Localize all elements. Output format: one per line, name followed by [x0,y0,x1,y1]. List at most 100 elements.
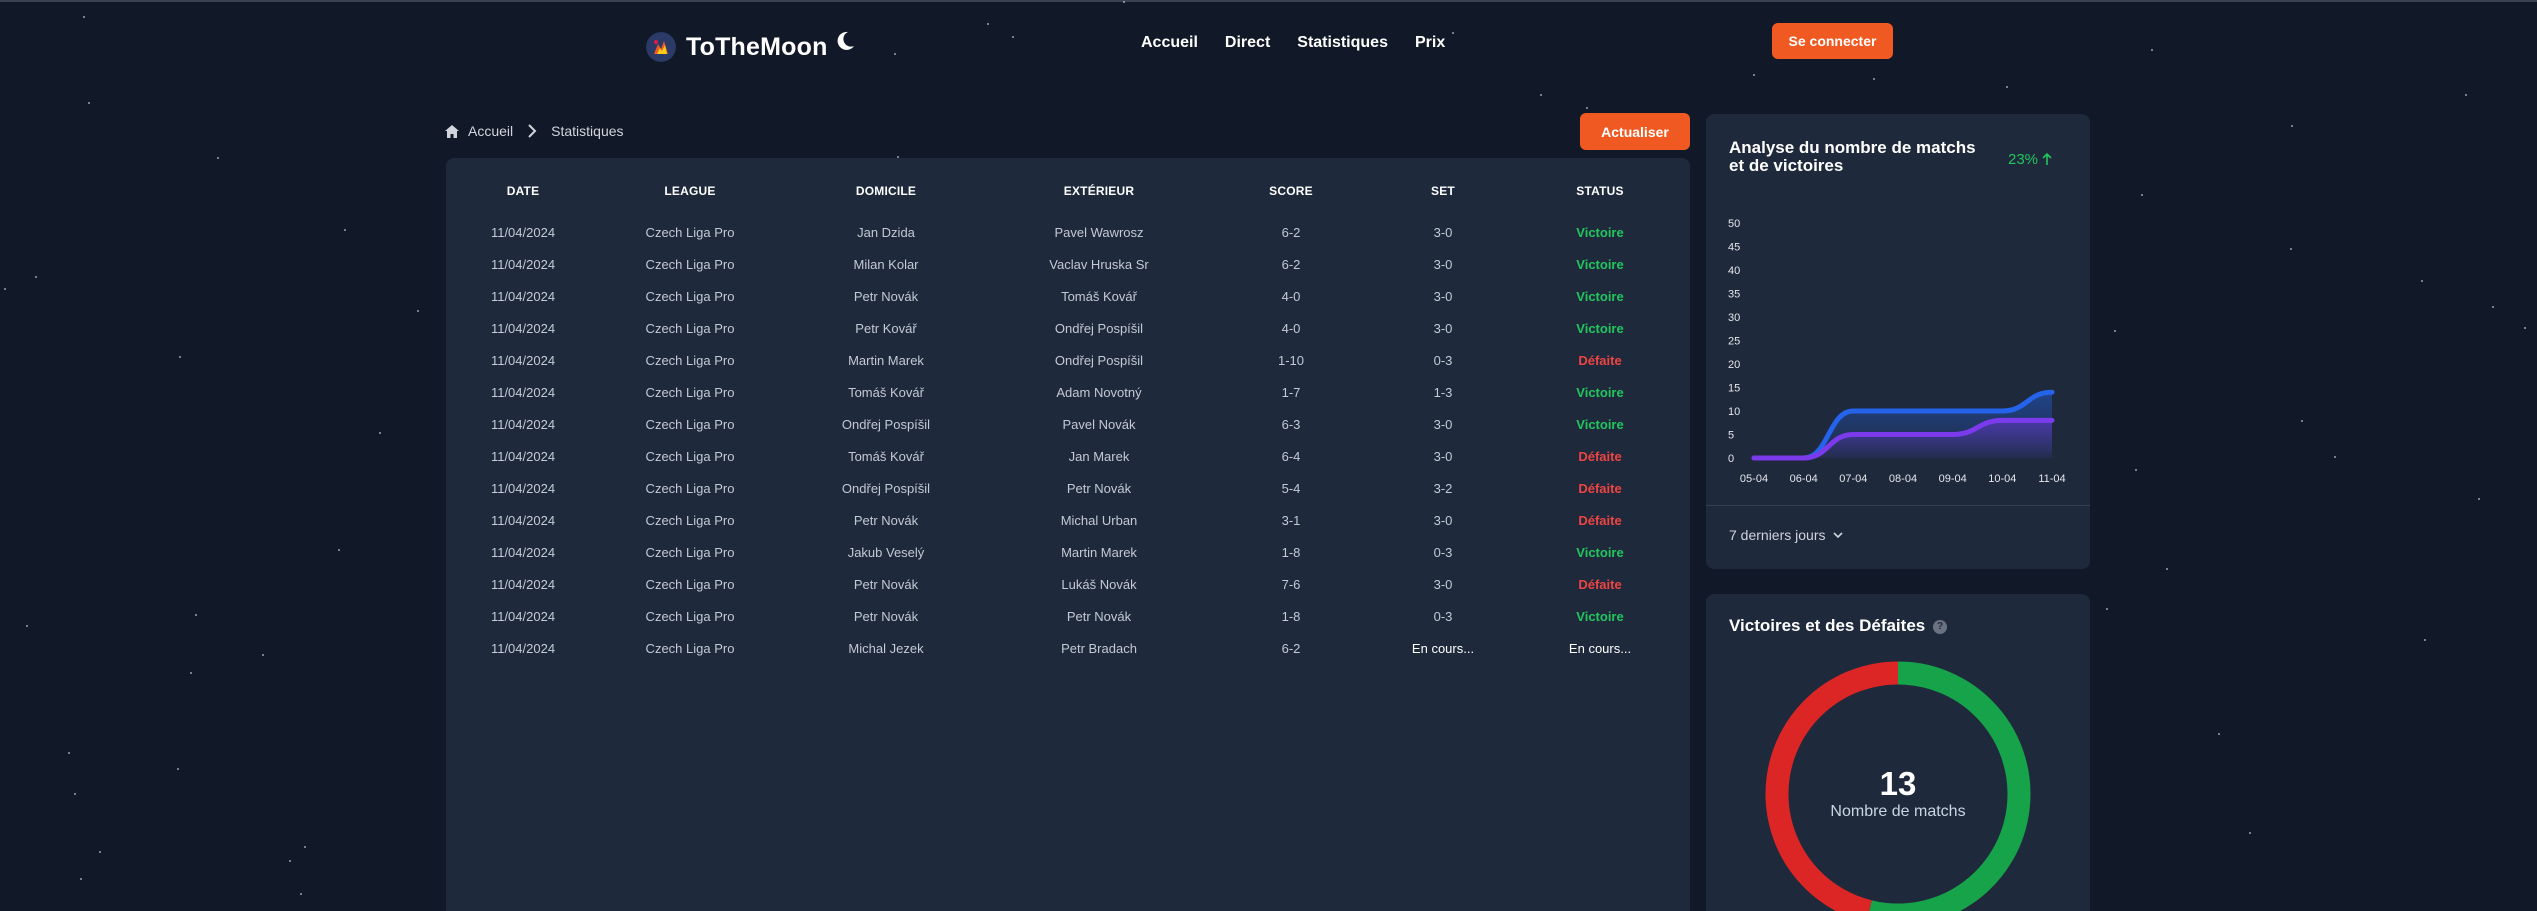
cell-score: 3-1 [1281,513,1301,528]
cell-home: Petr Kovář [855,321,917,336]
star [26,625,28,627]
table-row[interactable]: 11/04/2024 Czech Liga Pro Michal Jezek Petr… [446,634,1690,666]
x-tick-label: 05-04 [1740,473,1768,485]
cell-date: 11/04/2024 [490,289,556,304]
nav-link-prix[interactable]: Prix [1415,34,1445,52]
cell-home: Jakub Veselý [847,545,925,560]
nav-link-statistiques[interactable]: Statistiques [1297,34,1388,52]
trend-area-chart: 0 5 10 15 20 25 30 35 40 45 50 05-04 06-04 07-04 08-04… [1728,218,2066,485]
cell-status: Victoire [1576,417,1624,432]
star [4,288,6,290]
star [2424,639,2426,641]
breadcrumb-home[interactable]: Accueil [468,123,513,139]
star [1540,94,1542,96]
analysis-title-line1: Analyse du nombre de matchs [1729,138,1976,157]
main-nav: Accueil Direct Statistiques Prix [1141,34,1445,52]
star [2334,456,2336,458]
star [2006,86,2008,88]
star [2301,420,2303,422]
cell-status: Victoire [1576,545,1624,560]
chevron-down-icon [1832,531,1843,538]
y-tick-label: 45 [1728,242,1740,254]
table-row[interactable]: 11/04/2024 Czech Liga Pro Jan Dzida Pavel W… [446,218,1690,250]
star [987,23,989,25]
cell-away: Michal Urban [1060,513,1138,528]
table-row[interactable]: 11/04/2024 Czech Liga Pro Ondřej Pospíšil P… [446,410,1690,442]
login-button[interactable]: Se connecter [1772,23,1893,59]
home-icon[interactable] [445,124,459,138]
cell-league: Czech Liga Pro [645,321,735,336]
x-tick-label: 08-04 [1889,473,1917,485]
table-row[interactable]: 11/04/2024 Czech Liga Pro Tomáš Kovář Jan M… [446,442,1690,474]
table-row[interactable]: 11/04/2024 Czech Liga Pro Petr Novák Petr N… [446,602,1690,634]
star [1012,36,1014,38]
star [894,53,896,55]
star [2166,568,2168,570]
x-tick-label: 10-04 [1988,473,2016,485]
card-divider [1706,505,2090,506]
refresh-button[interactable]: Actualiser [1580,113,1690,150]
table-row[interactable]: 11/04/2024 Czech Liga Pro Jakub Veselý Mart… [446,538,1690,570]
column-header-league: LEAGUE [664,184,716,198]
star [304,846,306,848]
star [1753,74,1755,76]
table-row[interactable]: 11/04/2024 Czech Liga Pro Milan Kolar Vacla… [446,250,1690,282]
cell-away: Pavel Novák [1062,417,1136,432]
table-row[interactable]: 11/04/2024 Czech Liga Pro Petr Novák Lukáš … [446,570,1690,602]
star [2151,49,2153,51]
table-row[interactable]: 11/04/2024 Czech Liga Pro Petr Novák Tomáš … [446,282,1690,314]
cell-home: Ondřej Pospíšil [841,481,931,496]
cell-home: Tomáš Kovář [848,385,924,400]
star [68,752,70,754]
cell-status: Défaite [1578,449,1622,464]
trend-value: 23% [2008,151,2039,168]
y-tick-label: 5 [1728,430,1734,442]
y-tick-label: 35 [1728,289,1740,301]
cell-league: Czech Liga Pro [645,449,735,464]
cell-league: Czech Liga Pro [645,225,735,240]
star [2218,733,2220,735]
cell-away: Martin Marek [1061,545,1137,560]
cell-status: Victoire [1576,289,1624,304]
table-row[interactable]: 11/04/2024 Czech Liga Pro Ondřej Pospíšil P… [446,474,1690,506]
star [2478,498,2480,500]
cell-date: 11/04/2024 [490,609,556,624]
column-header-score: SCORE [1269,184,1313,198]
column-header-home: DOMICILE [855,184,917,198]
nav-link-accueil[interactable]: Accueil [1141,34,1198,52]
cell-home: Petr Novák [853,577,919,592]
cell-date: 11/04/2024 [490,449,556,464]
star [179,356,181,358]
star [80,878,82,880]
brand-logo[interactable]: ToTheMoon [646,30,856,64]
x-tick-label: 07-04 [1839,473,1867,485]
cell-status: Victoire [1576,385,1624,400]
cell-date: 11/04/2024 [490,545,556,560]
cell-status: Défaite [1578,481,1622,496]
star [83,16,85,18]
star [1452,32,1454,34]
table-row[interactable]: 11/04/2024 Czech Liga Pro Petr Kovář Ondřej… [446,314,1690,346]
star [217,157,219,159]
analysis-card: Analyse du nombre de matchs et de victoi… [1706,114,2090,569]
wins-losses-title: Victoires et des Défaites? [1729,617,1948,635]
range-dropdown[interactable]: 7 derniers jours [1729,527,1843,543]
cell-set: 3-0 [1433,449,1453,464]
cell-set: 3-0 [1433,417,1453,432]
star [1586,107,1588,109]
cell-set: En cours... [1411,641,1475,656]
nav-link-direct[interactable]: Direct [1225,34,1270,52]
cell-score: 1-8 [1281,545,1301,560]
cell-set: 3-0 [1433,289,1453,304]
cell-league: Czech Liga Pro [645,481,735,496]
table-row[interactable]: 11/04/2024 Czech Liga Pro Tomáš Kovář Adam … [446,378,1690,410]
match-count-label: Nombre de matchs [1830,803,1966,820]
cell-score: 6-3 [1281,417,1301,432]
table-row[interactable]: 11/04/2024 Czech Liga Pro Petr Novák Michal… [446,506,1690,538]
cell-home: Michal Jezek [848,641,924,656]
table-row[interactable]: 11/04/2024 Czech Liga Pro Martin Marek Ondř… [446,346,1690,378]
help-icon[interactable]: ? [1933,620,1948,634]
cell-date: 11/04/2024 [490,577,556,592]
cell-score: 6-4 [1281,449,1301,464]
brand-name: ToTheMoon [686,32,828,61]
